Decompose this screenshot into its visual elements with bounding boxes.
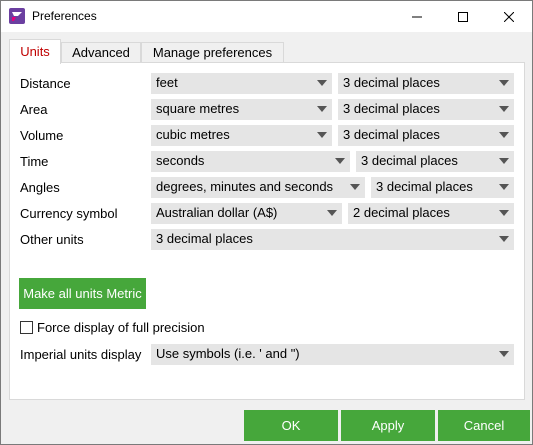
chevron-down-icon xyxy=(499,210,509,216)
currency-unit-value: Australian dollar (A$) xyxy=(156,205,278,220)
angles-unit-select[interactable]: degrees, minutes and seconds xyxy=(151,177,365,198)
distance-unit-value: feet xyxy=(156,75,178,90)
currency-unit-select[interactable]: Australian dollar (A$) xyxy=(151,203,342,224)
imperial-value: Use symbols (i.e. ' and ") xyxy=(156,346,300,361)
area-label: Area xyxy=(20,102,48,117)
distance-label: Distance xyxy=(20,76,71,91)
distance-precision-value: 3 decimal places xyxy=(343,75,440,90)
preferences-window: Preferences Units Advanced Manage prefer… xyxy=(0,0,533,445)
force-precision-label[interactable]: Force display of full precision xyxy=(37,320,205,335)
close-button[interactable] xyxy=(486,1,532,32)
volume-precision-select[interactable]: 3 decimal places xyxy=(338,125,514,146)
cancel-button[interactable]: Cancel xyxy=(438,410,530,441)
tab-units[interactable]: Units xyxy=(9,39,61,64)
app-logo-icon xyxy=(9,8,25,24)
chevron-down-icon xyxy=(499,106,509,112)
angles-precision-value: 3 decimal places xyxy=(376,179,473,194)
maximize-icon xyxy=(458,11,468,22)
area-unit-value: square metres xyxy=(156,101,240,116)
time-unit-value: seconds xyxy=(156,153,205,168)
chevron-down-icon xyxy=(499,236,509,242)
chevron-down-icon xyxy=(499,132,509,138)
area-unit-select[interactable]: square metres xyxy=(151,99,332,120)
distance-precision-select[interactable]: 3 decimal places xyxy=(338,73,514,94)
angles-unit-value: degrees, minutes and seconds xyxy=(156,179,334,194)
chevron-down-icon xyxy=(499,80,509,86)
chevron-down-icon xyxy=(317,80,327,86)
angles-precision-select[interactable]: 3 decimal places xyxy=(371,177,514,198)
close-icon xyxy=(504,11,514,22)
make-all-metric-button[interactable]: Make all units Metric xyxy=(19,278,146,309)
distance-unit-select[interactable]: feet xyxy=(151,73,332,94)
maximize-button[interactable] xyxy=(440,1,486,32)
other-units-label: Other units xyxy=(20,232,84,247)
minimize-icon xyxy=(412,16,422,17)
chevron-down-icon xyxy=(499,158,509,164)
other-units-value: 3 decimal places xyxy=(156,231,253,246)
title-bar: Preferences xyxy=(1,1,532,32)
chevron-down-icon xyxy=(335,158,345,164)
currency-precision-select[interactable]: 2 decimal places xyxy=(348,203,514,224)
area-precision-value: 3 decimal places xyxy=(343,101,440,116)
tab-advanced[interactable]: Advanced xyxy=(61,42,141,63)
chevron-down-icon xyxy=(317,132,327,138)
volume-precision-value: 3 decimal places xyxy=(343,127,440,142)
currency-label: Currency symbol xyxy=(20,206,118,221)
tab-manage-preferences[interactable]: Manage preferences xyxy=(141,42,284,63)
volume-unit-value: cubic metres xyxy=(156,127,230,142)
chevron-down-icon xyxy=(327,210,337,216)
volume-unit-select[interactable]: cubic metres xyxy=(151,125,332,146)
time-precision-select[interactable]: 3 decimal places xyxy=(356,151,514,172)
chevron-down-icon xyxy=(499,184,509,190)
imperial-select[interactable]: Use symbols (i.e. ' and ") xyxy=(151,344,514,365)
apply-button[interactable]: Apply xyxy=(341,410,435,441)
chevron-down-icon xyxy=(317,106,327,112)
force-precision-checkbox[interactable] xyxy=(20,321,33,334)
time-precision-value: 3 decimal places xyxy=(361,153,458,168)
chevron-down-icon xyxy=(350,184,360,190)
time-label: Time xyxy=(20,154,49,169)
units-panel: Distance feet 3 decimal places Area squa… xyxy=(9,62,525,400)
angles-label: Angles xyxy=(20,180,60,195)
imperial-label: Imperial units display xyxy=(20,347,142,362)
minimize-button[interactable] xyxy=(394,1,440,32)
chevron-down-icon xyxy=(499,351,509,357)
time-unit-select[interactable]: seconds xyxy=(151,151,350,172)
area-precision-select[interactable]: 3 decimal places xyxy=(338,99,514,120)
ok-button[interactable]: OK xyxy=(244,410,338,441)
volume-label: Volume xyxy=(20,128,64,143)
currency-precision-value: 2 decimal places xyxy=(353,205,450,220)
other-units-select[interactable]: 3 decimal places xyxy=(151,229,514,250)
window-title: Preferences xyxy=(32,9,97,23)
